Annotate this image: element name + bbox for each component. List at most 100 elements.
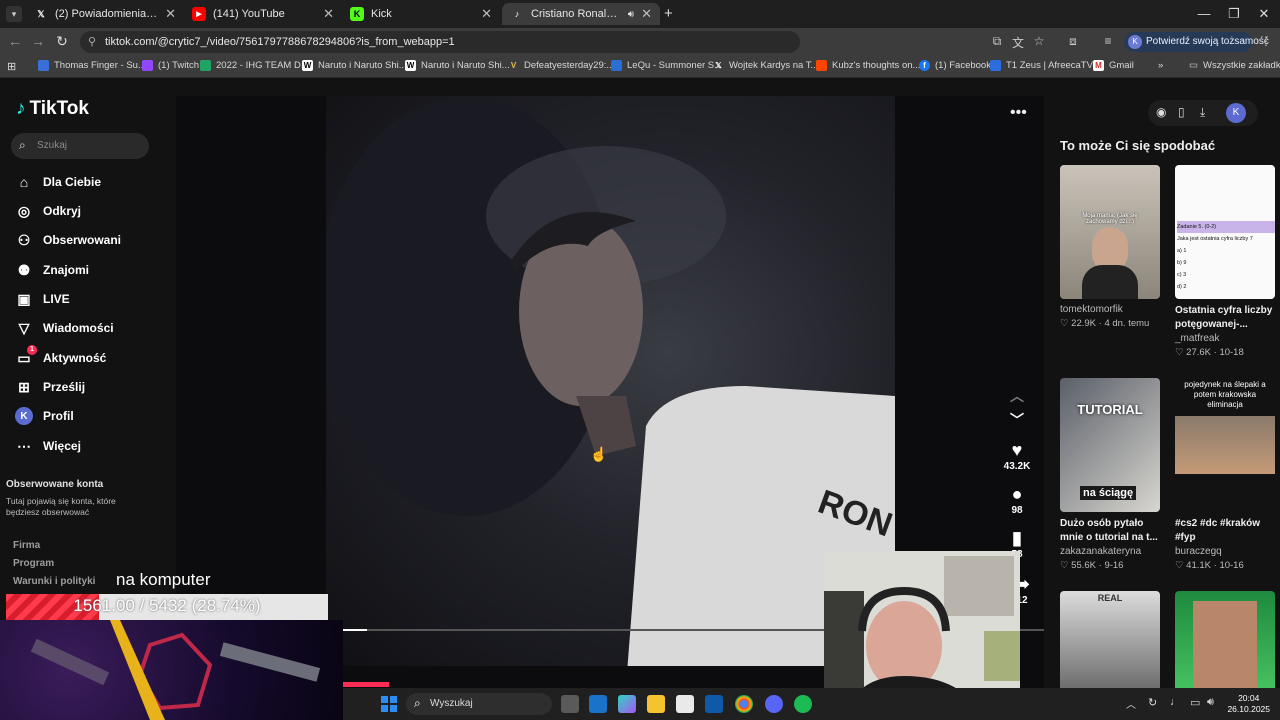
- chrome-icon[interactable]: [735, 695, 753, 713]
- footer-link[interactable]: Warunki i polityki: [13, 576, 95, 587]
- windows-start-icon[interactable]: [381, 696, 397, 712]
- browser-menu-icon[interactable]: ⋮: [1257, 34, 1275, 48]
- bookmark-item[interactable]: T1 Zeus | AfreecaTV...: [990, 60, 1100, 71]
- network-icon[interactable]: ▭: [1190, 696, 1200, 709]
- copilot-icon[interactable]: [618, 695, 636, 713]
- maximize-icon[interactable]: ❐: [1219, 6, 1249, 22]
- next-video-icon[interactable]: ﹀: [997, 410, 1037, 430]
- tab-title: Kick: [371, 8, 392, 20]
- close-icon[interactable]: ✕: [323, 6, 334, 22]
- rec-card[interactable]: [1175, 591, 1275, 688]
- sync-icon[interactable]: ↻: [1148, 696, 1157, 709]
- profile-avatar[interactable]: K: [1226, 103, 1246, 123]
- tab-kick[interactable]: K Kick ✕: [342, 3, 500, 25]
- bookmark-item[interactable]: (1) Twitch: [142, 60, 199, 71]
- back-icon[interactable]: ←: [5, 33, 25, 49]
- footer-link[interactable]: Program: [13, 558, 54, 569]
- rec-card[interactable]: pojedynek na ślepaki a potem krakowska e…: [1175, 378, 1275, 573]
- tab-youtube[interactable]: ▶ (141) YouTube ✕: [184, 3, 342, 25]
- heart-icon: ♥: [1011, 440, 1023, 460]
- clock[interactable]: 20:04 26.10.2025: [1227, 693, 1270, 715]
- nav-upload[interactable]: ⊞ Prześlij: [15, 378, 85, 396]
- bookmark-item[interactable]: V Defeatyesterday29:...: [508, 60, 614, 71]
- window-close-icon[interactable]: ✕: [1249, 6, 1279, 22]
- rec-title[interactable]: Ostatnia cyfra liczby potęgowanej-...: [1175, 304, 1275, 332]
- all-bookmarks[interactable]: ▭ Wszystkie zakładki: [1189, 60, 1280, 71]
- bookmark-item[interactable]: 𝕏 Wojtek Kardys na T...: [713, 60, 818, 71]
- install-icon[interactable]: ⧉: [988, 34, 1006, 49]
- spotify-icon[interactable]: [794, 695, 812, 713]
- weapon-skins-image: [30, 620, 321, 720]
- bookmark-item[interactable]: W Naruto i Naruto Shi...: [302, 60, 407, 71]
- store-icon[interactable]: [676, 695, 694, 713]
- bookmark-item[interactable]: Kubz's thoughts on...: [816, 60, 920, 71]
- site-info-icon[interactable]: ⚲: [88, 35, 96, 48]
- nav-profile[interactable]: K Profil: [15, 407, 74, 425]
- tray-overflow-icon[interactable]: ︿: [1126, 696, 1136, 711]
- apps-icon[interactable]: ⊞: [7, 60, 16, 73]
- verify-identity-button[interactable]: K Potwierdź swoją tożsamość: [1124, 32, 1269, 52]
- photos-icon[interactable]: [705, 695, 723, 713]
- translate-icon[interactable]: 文: [1009, 34, 1027, 51]
- rec-title[interactable]: #cs2 #dc #kraków #fyp: [1175, 517, 1275, 545]
- bookmark-item[interactable]: LeQu - Summoner S...: [611, 60, 722, 71]
- bookmark-star-icon[interactable]: ☆: [1030, 34, 1048, 48]
- nav-explore[interactable]: ◎ Odkryj: [15, 202, 81, 220]
- reload-icon[interactable]: ↻: [52, 33, 72, 50]
- prev-video-icon[interactable]: ︿: [997, 386, 1037, 406]
- discord-icon[interactable]: [765, 695, 783, 713]
- new-tab-button[interactable]: +: [664, 5, 673, 22]
- volume-icon[interactable]: 🔊︎: [1207, 696, 1214, 709]
- media-icon[interactable]: ≡: [1099, 34, 1117, 48]
- coins-icon[interactable]: ◉: [1156, 105, 1166, 119]
- nav-activity[interactable]: ▭ 1 Aktywność: [15, 345, 106, 367]
- phone-icon[interactable]: ▯: [1178, 105, 1185, 119]
- url-input[interactable]: ⚲ tiktok.com/@crytic7_/video/75617977886…: [80, 31, 800, 53]
- extensions-icon[interactable]: ⧈: [1064, 34, 1082, 49]
- comment-button[interactable]: ● 98: [997, 484, 1037, 516]
- rec-author[interactable]: buraczegq: [1175, 545, 1275, 559]
- bookmark-item[interactable]: Thomas Finger - Su...: [38, 60, 146, 71]
- more-bookmarks-icon[interactable]: »: [1158, 60, 1163, 71]
- tab-x[interactable]: 𝕏 (2) Powiadomienia / X ✕: [26, 3, 184, 25]
- bookmark-item[interactable]: 2022 - IHG TEAM D...: [200, 60, 309, 71]
- rec-author[interactable]: _matfreak: [1175, 332, 1275, 346]
- close-icon[interactable]: ✕: [165, 6, 176, 22]
- nav-following[interactable]: ⚇ Obserwowani: [15, 231, 121, 249]
- nav-more[interactable]: ⋯ Więcej: [15, 437, 81, 455]
- file-explorer-icon[interactable]: [647, 695, 665, 713]
- taskbar-search[interactable]: ⌕ Wyszukaj: [406, 693, 552, 715]
- rec-card[interactable]: REAL: [1060, 591, 1160, 688]
- like-button[interactable]: ♥ 43.2K: [997, 440, 1037, 472]
- rec-title[interactable]: Dużo osób pytało mnie o tutorial na t...: [1060, 517, 1160, 545]
- footer-link[interactable]: Firma: [13, 540, 40, 551]
- close-icon[interactable]: ✕: [641, 6, 652, 22]
- nav-for-you[interactable]: ⌂ Dla Ciebie: [15, 173, 101, 191]
- tiktok-logo[interactable]: ♪ TikTok: [16, 98, 89, 120]
- close-icon[interactable]: ✕: [481, 6, 492, 22]
- forward-icon[interactable]: →: [28, 33, 48, 49]
- nav-messages[interactable]: ▽ Wiadomości: [15, 319, 114, 337]
- tab-tiktok[interactable]: ♪ Cristiano Ronaldo: Skills, M 🔊︎ ✕: [502, 3, 660, 25]
- outlook-icon[interactable]: [589, 695, 607, 713]
- task-view-icon[interactable]: [561, 695, 579, 713]
- bookmark-item[interactable]: M Gmail: [1093, 60, 1134, 71]
- microphone-icon[interactable]: ♩: [1170, 696, 1181, 708]
- video-frame[interactable]: RON ☝: [326, 96, 895, 666]
- rec-author[interactable]: zakazanakateryna: [1060, 545, 1160, 559]
- rec-author[interactable]: tomektomorfik: [1060, 303, 1160, 317]
- bookmark-item[interactable]: f (1) Facebook: [919, 60, 991, 71]
- bookmark-item[interactable]: W Naruto i Naruto Shi...: [405, 60, 510, 71]
- download-icon[interactable]: ⤓: [1200, 105, 1205, 120]
- rec-card[interactable]: Zadanie 5. (0-2) Jaka jest ostatnia cyfr…: [1175, 165, 1275, 360]
- tab-search-icon[interactable]: ▾: [6, 6, 22, 22]
- rec-card[interactable]: TUTORIAL na ściągę Dużo osób pytało mnie…: [1060, 378, 1160, 573]
- minimize-icon[interactable]: —: [1189, 6, 1219, 21]
- search-input[interactable]: ⌕ Szukaj: [11, 133, 149, 159]
- profile-avatar: K: [1128, 35, 1142, 49]
- more-options-icon[interactable]: •••: [1010, 104, 1027, 122]
- speaker-icon[interactable]: 🔊︎: [628, 9, 634, 20]
- nav-live[interactable]: ▣ LIVE: [15, 290, 69, 308]
- rec-card[interactable]: Moja mama: (Jak się zachowamy dzi...) to…: [1060, 165, 1160, 331]
- nav-friends[interactable]: ⚉ Znajomi: [15, 261, 89, 279]
